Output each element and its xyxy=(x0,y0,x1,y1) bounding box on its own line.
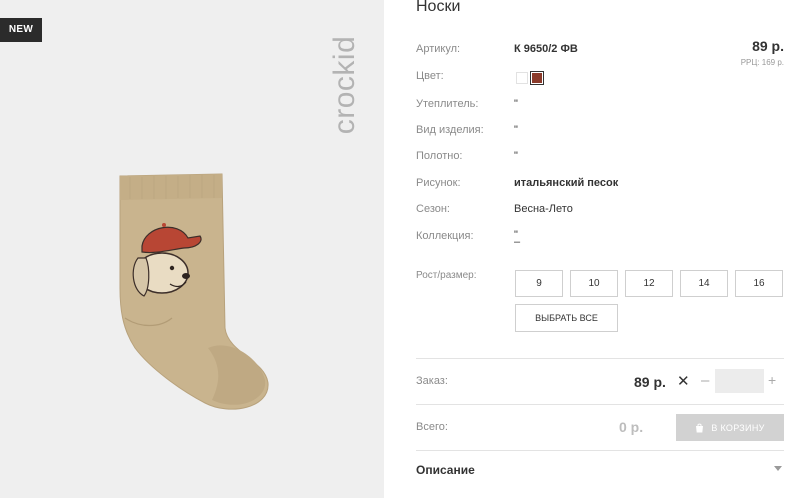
total-value: 0 р. xyxy=(619,419,644,435)
divider xyxy=(416,404,784,405)
product-type-value: " xyxy=(514,124,518,136)
increment-icon[interactable]: + xyxy=(768,372,776,388)
size-option-10[interactable]: 10 xyxy=(570,270,618,297)
select-all-button[interactable]: ВЫБРАТЬ ВСЕ xyxy=(515,304,618,332)
pattern-label: Рисунок: xyxy=(416,177,461,189)
color-label: Цвет: xyxy=(416,70,444,82)
sock-product-image xyxy=(119,173,269,410)
product-price: 89 р. xyxy=(752,38,784,54)
insulation-label: Утеплитель: xyxy=(416,98,479,110)
product-image-panel: NEW crockid xyxy=(0,0,384,498)
season-label: Сезон: xyxy=(416,203,450,215)
size-option-9[interactable]: 9 xyxy=(515,270,563,297)
rrp-price: РРЦ: 169 р. xyxy=(740,58,784,67)
product-type-label: Вид изделия: xyxy=(416,124,484,136)
divider xyxy=(416,450,784,451)
total-label: Всего: xyxy=(416,421,448,433)
quantity-input[interactable] xyxy=(715,369,764,393)
new-badge: NEW xyxy=(0,18,42,42)
article-label: Артикул: xyxy=(416,43,461,55)
fabric-label: Полотно: xyxy=(416,150,463,162)
size-option-12[interactable]: 12 xyxy=(625,270,673,297)
times-icon: ✕ xyxy=(677,373,690,390)
order-label: Заказ: xyxy=(416,375,448,387)
collection-value-dash: – xyxy=(514,236,521,248)
article-value: К 9650/2 ФВ xyxy=(514,43,578,55)
order-price: 89 р. xyxy=(634,374,666,390)
size-option-14[interactable]: 14 xyxy=(680,270,728,297)
divider xyxy=(416,358,784,359)
color-swatch-brown-selected[interactable] xyxy=(530,71,544,85)
collection-label: Коллекция: xyxy=(416,230,474,242)
add-to-cart-label: В КОРЗИНУ xyxy=(711,422,765,433)
size-label: Рост/размер: xyxy=(416,270,477,281)
product-details: Носки Артикул: К 9650/2 ФВ 89 р. РРЦ: 16… xyxy=(416,0,784,498)
cart-icon xyxy=(696,423,704,432)
fabric-value: " xyxy=(514,150,518,162)
insulation-value: " xyxy=(514,98,518,110)
description-toggle[interactable]: Описание xyxy=(416,463,475,477)
size-option-16[interactable]: 16 xyxy=(735,270,783,297)
pattern-value: итальянский песок xyxy=(514,177,619,189)
season-value: Весна-Лето xyxy=(514,203,573,215)
add-to-cart-button[interactable]: В КОРЗИНУ xyxy=(676,414,784,441)
brand-logo: crockid xyxy=(322,10,368,160)
product-title: Носки xyxy=(416,0,461,15)
color-swatch-white[interactable] xyxy=(516,72,528,84)
chevron-down-icon[interactable] xyxy=(774,466,782,471)
brand-logo-text: crockid xyxy=(328,35,361,135)
decrement-icon[interactable]: – xyxy=(701,372,709,389)
